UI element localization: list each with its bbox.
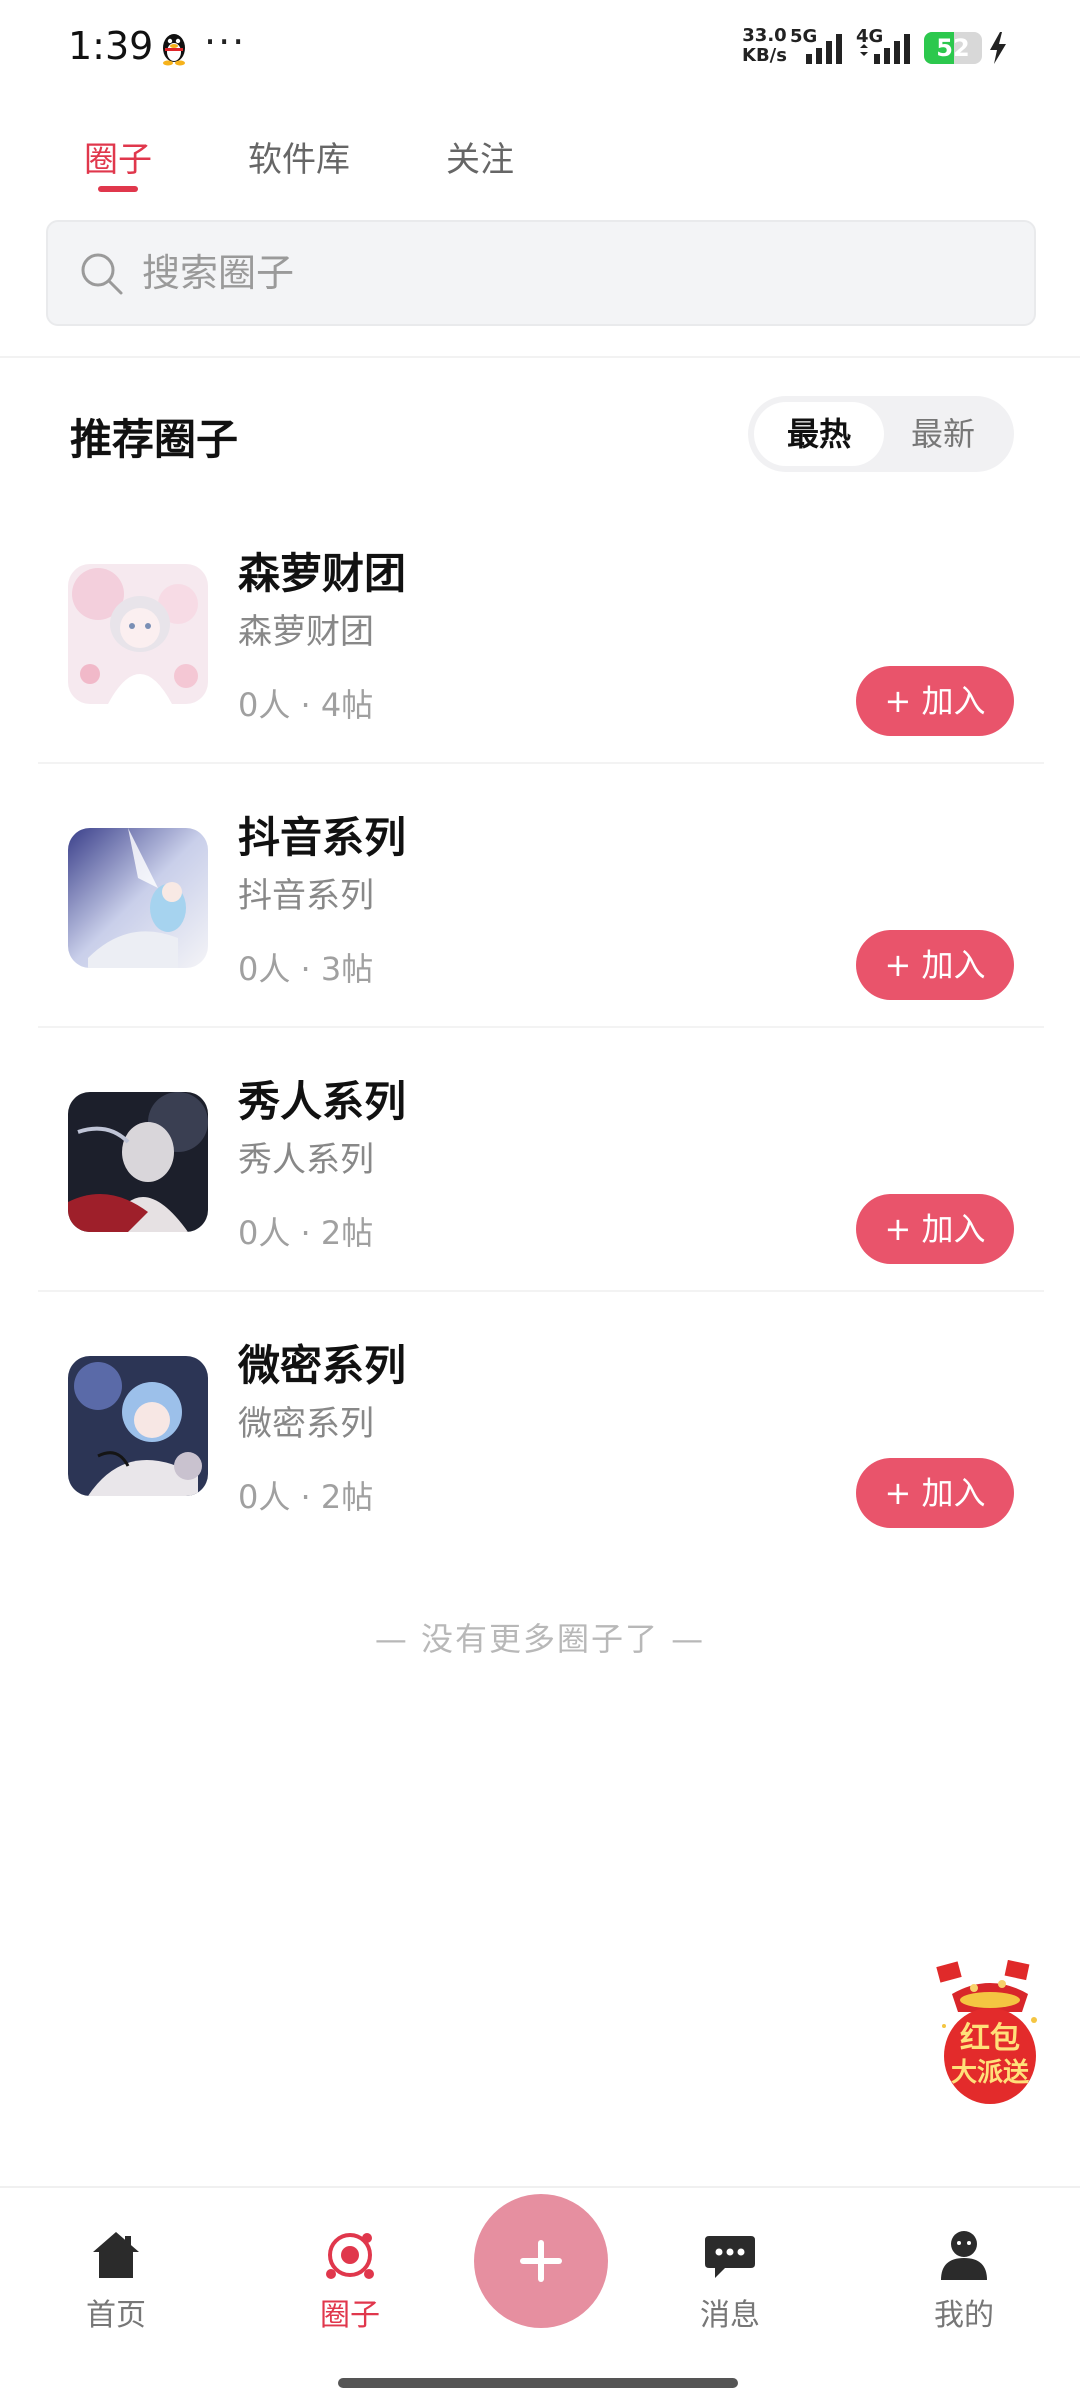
tab-circles[interactable]: 圈子: [84, 132, 152, 181]
search-bar[interactable]: [46, 220, 1036, 326]
nav-circles[interactable]: 圈子: [280, 2228, 420, 2338]
home-icon: [93, 2232, 139, 2278]
status-time: 1:39: [68, 24, 154, 68]
message-bubble-icon: [705, 2236, 755, 2278]
circle-avatar[interactable]: [68, 564, 208, 704]
join-button[interactable]: + 加入: [856, 1458, 1014, 1528]
search-input[interactable]: [142, 222, 1002, 324]
circle-avatar[interactable]: [68, 1356, 208, 1496]
avatar-image: [68, 1356, 208, 1496]
circle-name[interactable]: 秀人系列: [238, 1068, 406, 1129]
more-dots-icon: ···: [204, 20, 247, 64]
qq-penguin-icon: [163, 34, 185, 66]
active-tab-indicator: [98, 186, 138, 192]
divider: [0, 356, 1080, 358]
nav-circles-label: 圈子: [320, 2298, 380, 2333]
circle-avatar[interactable]: [68, 828, 208, 968]
signal-bars-icon: [806, 34, 842, 64]
circle-name[interactable]: 森萝财团: [238, 540, 406, 601]
sort-toggle: 最热 最新: [748, 396, 1014, 472]
charging-bolt-icon: [990, 32, 1006, 64]
red-packet-line1: 红包: [960, 2021, 1020, 2056]
end-of-list-text: — 没有更多圈子了 —: [374, 1620, 706, 1658]
red-packet-promo[interactable]: 红包 大派送: [930, 1959, 1050, 2110]
circle-stats: 0人 · 3帖: [238, 950, 374, 988]
circle-description: 秀人系列: [238, 1140, 374, 1180]
plus-icon-vertical: [538, 2240, 544, 2282]
avatar-image: [68, 564, 208, 704]
circle-stats: 0人 · 4帖: [238, 686, 374, 724]
nav-messages-label: 消息: [700, 2298, 760, 2333]
section-title: 推荐圈子: [70, 415, 239, 464]
sort-newest-button[interactable]: 最新: [878, 402, 1008, 466]
speed-unit: KB/s: [742, 45, 787, 66]
create-post-button[interactable]: [474, 2194, 608, 2328]
join-button[interactable]: + 加入: [856, 666, 1014, 736]
circle-name[interactable]: 微密系列: [238, 1332, 406, 1393]
circle-description: 微密系列: [238, 1404, 374, 1444]
list-item[interactable]: 秀人系列 秀人系列 0人 · 2帖 + 加入: [38, 1028, 1044, 1292]
network-speed: 33.0 KB/s: [742, 26, 787, 66]
battery-level: 52: [936, 34, 970, 62]
circle-description: 抖音系列: [238, 876, 374, 916]
tab-following[interactable]: 关注: [446, 132, 514, 181]
battery-icon: 52: [924, 32, 982, 64]
top-tab-bar: 圈子 软件库 关注: [0, 120, 1080, 200]
list-item[interactable]: 抖音系列 抖音系列 0人 · 3帖 + 加入: [38, 764, 1044, 1028]
circle-stats: 0人 · 2帖: [238, 1478, 374, 1516]
circle-target-icon: [326, 2233, 374, 2279]
circle-description: 森萝财团: [238, 612, 374, 652]
join-button[interactable]: + 加入: [856, 930, 1014, 1000]
circle-name[interactable]: 抖音系列: [238, 804, 406, 865]
speed-value: 33.0: [742, 25, 787, 46]
nav-home-label: 首页: [86, 2298, 146, 2333]
bottom-nav: 首页 圈子 消息 我的: [0, 2186, 1080, 2400]
profile-icon: [941, 2231, 987, 2280]
nav-profile[interactable]: 我的: [894, 2228, 1034, 2338]
home-indicator[interactable]: [338, 2378, 738, 2388]
join-button[interactable]: + 加入: [856, 1194, 1014, 1264]
nav-messages[interactable]: 消息: [660, 2228, 800, 2338]
avatar-image: [68, 1092, 208, 1232]
search-icon: [81, 253, 123, 295]
avatar-image: [68, 828, 208, 968]
circle-avatar[interactable]: [68, 1092, 208, 1232]
list-item[interactable]: 森萝财团 森萝财团 0人 · 4帖 + 加入: [38, 500, 1044, 764]
nav-home[interactable]: 首页: [46, 2228, 186, 2338]
status-bar: 1:39 ··· 33.0 KB/s 5G 4G 52: [0, 0, 1080, 100]
tab-software-library[interactable]: 软件库: [248, 132, 350, 181]
list-item[interactable]: 微密系列 微密系列 0人 · 2帖 + 加入: [38, 1292, 1044, 1556]
sort-hottest-button[interactable]: 最热: [754, 402, 884, 466]
nav-profile-label: 我的: [934, 2298, 994, 2333]
red-packet-line2: 大派送: [950, 2058, 1029, 2088]
circle-stats: 0人 · 2帖: [238, 1214, 374, 1252]
signal-bars-2-icon: [860, 34, 910, 64]
